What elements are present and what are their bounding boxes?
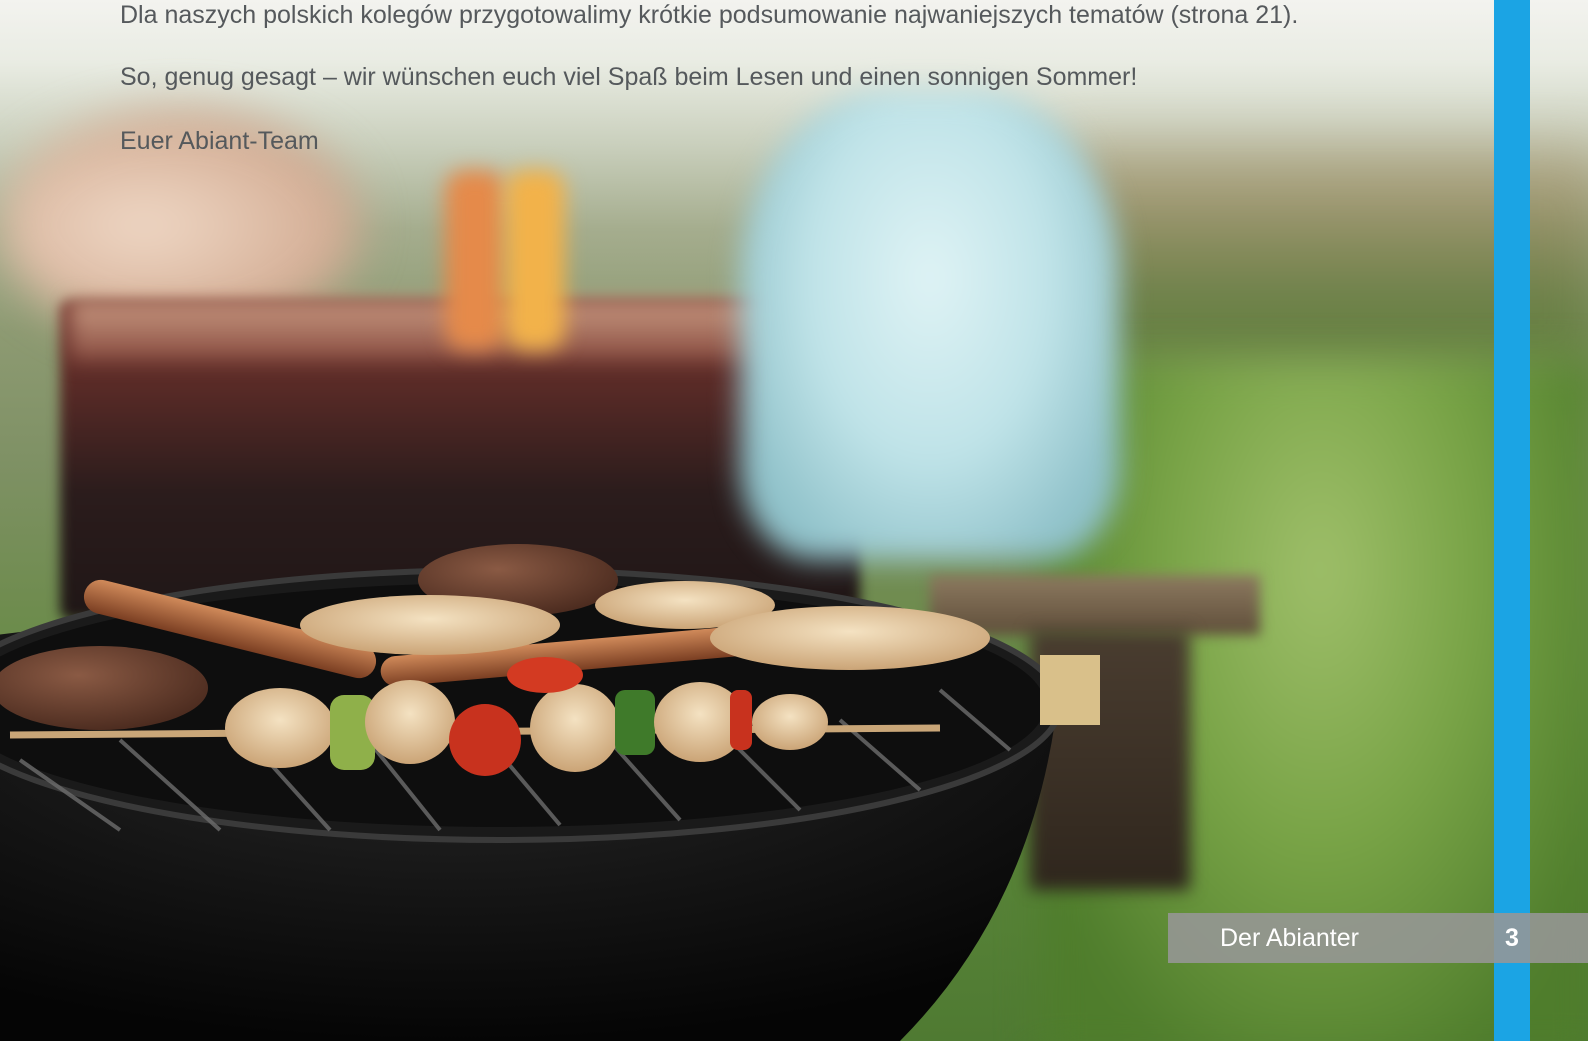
bench-board bbox=[1040, 655, 1100, 725]
paragraph-closing: So, genug gesagt – wir wünschen euch vie… bbox=[120, 63, 1138, 91]
accent-stripe bbox=[1494, 0, 1530, 1041]
signature: Euer Abiant-Team bbox=[120, 127, 319, 155]
grill-illustration bbox=[0, 544, 1100, 1041]
flatbread bbox=[710, 606, 990, 670]
background-photo-bbq bbox=[0, 0, 1588, 1041]
publication-title: Der Abianter bbox=[1220, 924, 1359, 952]
paragraph-polish-summary: Dla naszych polskich kolegów przygotowal… bbox=[120, 1, 1299, 29]
burger-patty bbox=[0, 646, 208, 730]
page-footer: Der Abianter 3 bbox=[1168, 913, 1588, 963]
page-number: 3 bbox=[1505, 924, 1519, 952]
chicken-breast bbox=[300, 595, 560, 655]
